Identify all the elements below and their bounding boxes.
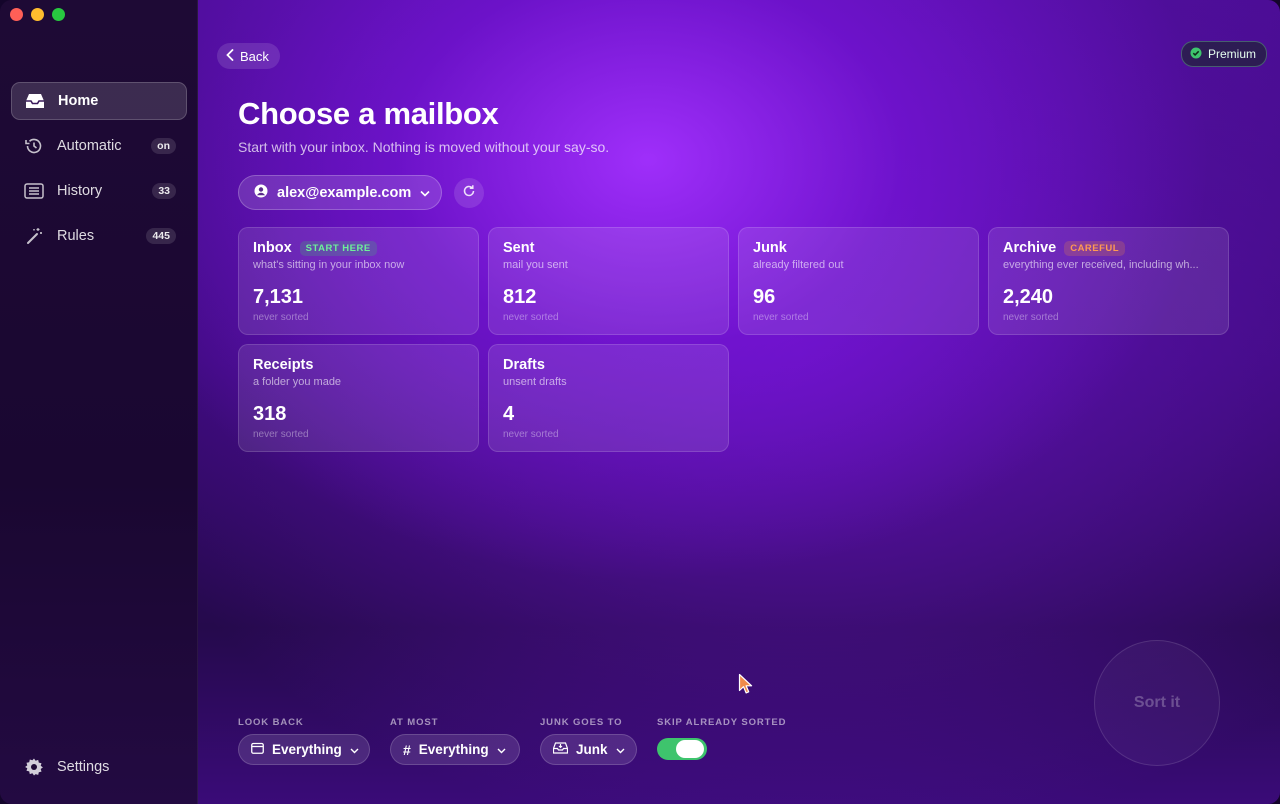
gear-icon bbox=[23, 756, 45, 778]
account-email: alex@example.com bbox=[277, 184, 412, 201]
mailbox-description: mail you sent bbox=[503, 259, 568, 271]
mailbox-status: never sorted bbox=[503, 429, 559, 440]
look-back-value: Everything bbox=[272, 742, 342, 757]
mailbox-description: everything ever received, including wh..… bbox=[1003, 259, 1199, 271]
start-here-tag: START HERE bbox=[299, 240, 377, 256]
back-button[interactable]: Back bbox=[217, 43, 280, 69]
premium-badge[interactable]: Premium bbox=[1180, 41, 1267, 67]
refresh-icon bbox=[462, 184, 476, 203]
sidebar-item-history[interactable]: History 33 bbox=[11, 172, 187, 210]
mailbox-count: 7,131 bbox=[253, 286, 304, 308]
sidebar-item-rules[interactable]: Rules 445 bbox=[11, 217, 187, 255]
mailbox-name: Archive bbox=[1003, 240, 1057, 256]
main-content: Back Premium Choose a mailbox Start with… bbox=[198, 0, 1280, 804]
user-circle-icon bbox=[254, 184, 268, 202]
mailbox-count: 4 bbox=[503, 403, 515, 425]
sidebar-item-settings[interactable]: Settings bbox=[23, 756, 109, 778]
careful-tag: CAREFUL bbox=[1064, 240, 1126, 256]
mailbox-count: 318 bbox=[253, 403, 287, 425]
chevron-down-icon bbox=[616, 742, 625, 757]
settings-label: Settings bbox=[57, 759, 110, 775]
sidebar-item-label: History bbox=[57, 183, 103, 199]
history-clock-icon bbox=[23, 135, 45, 157]
tray-icon bbox=[552, 742, 569, 757]
sidebar-item-label: Home bbox=[58, 93, 99, 109]
mailbox-status: never sorted bbox=[253, 312, 309, 323]
skip-sorted-label: SKIP ALREADY SORTED bbox=[657, 717, 787, 728]
junk-destination-dropdown[interactable]: Junk bbox=[540, 734, 637, 765]
skip-sorted-toggle[interactable] bbox=[657, 738, 707, 760]
mailbox-name: Junk bbox=[753, 240, 787, 256]
sidebar-item-label: Rules bbox=[57, 228, 95, 244]
sort-it-button[interactable]: Sort it bbox=[1094, 640, 1220, 766]
mailbox-grid: Inbox START HERE what's sitting in your … bbox=[238, 227, 1229, 452]
mailbox-card-inbox[interactable]: Inbox START HERE what's sitting in your … bbox=[238, 227, 479, 335]
hashtag-icon: # bbox=[403, 741, 411, 758]
mailbox-card-drafts[interactable]: Drafts unsent drafts 4 never sorted bbox=[488, 344, 729, 452]
junk-destination-value: Junk bbox=[576, 742, 608, 757]
mailbox-count: 96 bbox=[753, 286, 776, 308]
skip-sorted-control: SKIP ALREADY SORTED bbox=[657, 717, 786, 765]
mailbox-count: 2,240 bbox=[1003, 286, 1054, 308]
sidebar-item-home[interactable]: Home bbox=[11, 82, 187, 120]
at-most-value: Everything bbox=[418, 742, 489, 757]
mailbox-status: never sorted bbox=[1003, 312, 1059, 323]
app-window: Home Automatic on History 33 Rules 445 S… bbox=[0, 0, 1280, 804]
sort-options: LOOK BACK Everything AT MOST # Everythin… bbox=[238, 717, 786, 765]
sidebar-item-label: Automatic bbox=[57, 138, 122, 154]
back-label: Back bbox=[240, 48, 269, 64]
junk-goes-to-label: JUNK GOES TO bbox=[540, 717, 623, 728]
sidebar-nav: Home Automatic on History 33 Rules 445 bbox=[11, 82, 187, 262]
mailbox-description: what's sitting in your inbox now bbox=[253, 259, 405, 271]
list-icon bbox=[23, 180, 45, 202]
toggle-knob bbox=[676, 740, 704, 758]
mailbox-description: a folder you made bbox=[253, 376, 342, 388]
refresh-button[interactable] bbox=[454, 178, 484, 208]
chevron-left-icon bbox=[226, 48, 234, 64]
look-back-dropdown[interactable]: Everything bbox=[238, 734, 370, 765]
sidebar: Home Automatic on History 33 Rules 445 S… bbox=[0, 0, 198, 804]
account-selector[interactable]: alex@example.com bbox=[238, 175, 442, 210]
zoom-window-button[interactable] bbox=[52, 8, 65, 21]
rules-count-badge: 445 bbox=[146, 228, 176, 244]
automatic-status-badge: on bbox=[151, 138, 176, 154]
mailbox-name: Inbox bbox=[253, 240, 292, 256]
mailbox-status: never sorted bbox=[503, 312, 559, 323]
mouse-cursor-icon bbox=[738, 673, 754, 700]
mailbox-name: Sent bbox=[503, 240, 535, 256]
mailbox-count: 812 bbox=[503, 286, 537, 308]
look-back-label: LOOK BACK bbox=[238, 717, 304, 728]
mailbox-name: Drafts bbox=[503, 357, 545, 373]
mailbox-card-receipts[interactable]: Receipts a folder you made 318 never sor… bbox=[238, 344, 479, 452]
page-subtitle: Start with your inbox. Nothing is moved … bbox=[238, 139, 610, 155]
chevron-down-icon bbox=[420, 185, 430, 201]
at-most-dropdown[interactable]: # Everything bbox=[390, 734, 520, 765]
inbox-tray-icon bbox=[24, 90, 46, 112]
mailbox-card-sent[interactable]: Sent mail you sent 812 never sorted bbox=[488, 227, 729, 335]
junk-goes-to-control: JUNK GOES TO Junk bbox=[540, 717, 637, 765]
sidebar-item-automatic[interactable]: Automatic on bbox=[11, 127, 187, 165]
mailbox-description: already filtered out bbox=[753, 259, 844, 271]
mailbox-card-junk[interactable]: Junk already filtered out 96 never sorte… bbox=[738, 227, 979, 335]
history-count-badge: 33 bbox=[152, 183, 176, 199]
page-title: Choose a mailbox bbox=[238, 96, 499, 131]
close-window-button[interactable] bbox=[10, 8, 23, 21]
chevron-down-icon bbox=[497, 742, 506, 757]
calendar-icon bbox=[251, 742, 264, 757]
verified-check-icon bbox=[1190, 47, 1202, 62]
mailbox-name: Receipts bbox=[253, 357, 314, 373]
look-back-control: LOOK BACK Everything bbox=[238, 717, 370, 765]
magic-wand-icon bbox=[23, 225, 45, 247]
mailbox-card-archive[interactable]: Archive CAREFUL everything ever received… bbox=[988, 227, 1229, 335]
premium-label: Premium bbox=[1207, 47, 1256, 61]
minimize-window-button[interactable] bbox=[31, 8, 44, 21]
sort-it-label: Sort it bbox=[1133, 694, 1181, 711]
chevron-down-icon bbox=[350, 742, 359, 757]
mailbox-description: unsent drafts bbox=[503, 376, 567, 388]
at-most-control: AT MOST # Everything bbox=[390, 717, 520, 765]
mailbox-status: never sorted bbox=[753, 312, 809, 323]
mailbox-status: never sorted bbox=[253, 429, 309, 440]
window-controls bbox=[10, 8, 65, 21]
at-most-label: AT MOST bbox=[390, 717, 439, 728]
